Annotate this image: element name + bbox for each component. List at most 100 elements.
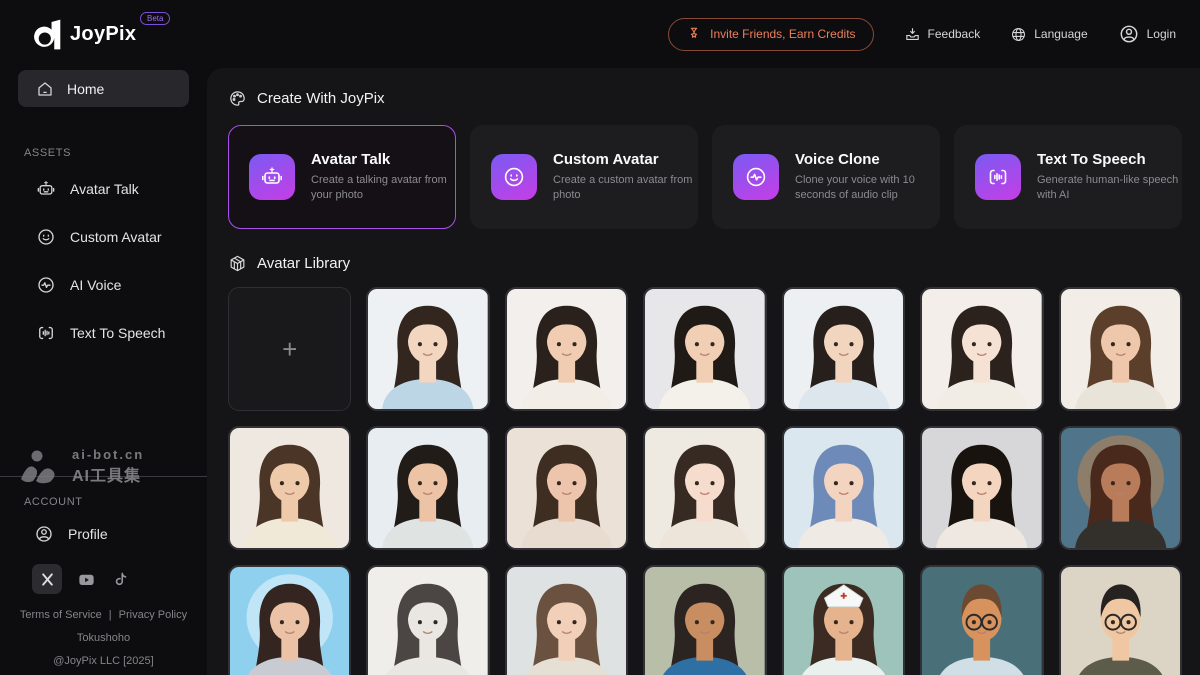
watermark-line1: ai-bot.cn: [72, 447, 144, 462]
home-label: Home: [67, 81, 104, 97]
add-avatar-button[interactable]: +: [228, 287, 351, 411]
account-section-label: ACCOUNT: [24, 496, 207, 508]
create-heading-label: Create With JoyPix: [257, 90, 385, 107]
login-label: Login: [1147, 27, 1176, 41]
nav-item-label: Text To Speech: [70, 325, 165, 341]
avatar-tile-15[interactable]: [366, 565, 489, 675]
card-title: Avatar Talk: [311, 151, 455, 168]
beta-badge: Beta: [140, 12, 170, 25]
nav-item-label: Avatar Talk: [70, 181, 139, 197]
language-button[interactable]: Language: [1010, 26, 1087, 43]
avatar-tile-20[interactable]: [1059, 565, 1182, 675]
card-voice-clone[interactable]: Voice Clone Clone your voice with 10 seco…: [712, 125, 940, 229]
language-label: Language: [1034, 27, 1087, 41]
avatar-tile-13[interactable]: [1059, 426, 1182, 550]
profile-label: Profile: [68, 526, 108, 542]
social-x-icon[interactable]: [32, 564, 62, 594]
card-avatar-talk[interactable]: Avatar Talk Create a talking avatar from …: [228, 125, 456, 229]
social-tiktok-icon[interactable]: [111, 570, 130, 589]
palette-icon: [228, 89, 247, 108]
card-title: Custom Avatar: [553, 151, 697, 168]
main-column: Invite Friends, Earn Credits Feedback La…: [207, 0, 1200, 675]
app-root: JoyPix Beta Home ASSETS Avatar Talk Custo…: [0, 0, 1200, 675]
avatar-tile-18[interactable]: [782, 565, 905, 675]
avatar-tile-6[interactable]: [1059, 287, 1182, 411]
smiley-icon: [36, 227, 56, 247]
sidebar-item-avatar-talk[interactable]: Avatar Talk: [0, 165, 207, 213]
person-icon: [34, 524, 54, 544]
avatar-tile-3[interactable]: [643, 287, 766, 411]
invite-label: Invite Friends, Earn Credits: [710, 27, 855, 41]
card-title: Text To Speech: [1037, 151, 1181, 168]
login-button[interactable]: Login: [1118, 23, 1176, 45]
sidebar-bottom: ai-bot.cn AI工具集 ACCOUNT Profile Terms of…: [0, 438, 207, 675]
nav-item-label: AI Voice: [70, 277, 121, 293]
sidebar-item-custom-avatar[interactable]: Custom Avatar: [0, 213, 207, 261]
plus-icon: +: [282, 334, 297, 365]
globe-icon: [1010, 26, 1027, 43]
avatar-tile-5[interactable]: [920, 287, 1043, 411]
social-links: [0, 564, 207, 594]
card-description: Create a talking avatar from your photo: [311, 173, 455, 203]
robot-icon: [249, 154, 295, 200]
avatar-tile-7[interactable]: [228, 426, 351, 550]
sidebar-item-ai-voice[interactable]: AI Voice: [0, 261, 207, 309]
copyright: @JoyPix LLC [2025]: [0, 655, 207, 667]
voice-icon: [36, 275, 56, 295]
avatar-tile-1[interactable]: [366, 287, 489, 411]
avatar-tile-19[interactable]: [920, 565, 1043, 675]
tts-icon: [975, 154, 1021, 200]
social-youtube-icon[interactable]: [77, 570, 96, 589]
card-description: Create a custom avatar from photo: [553, 173, 697, 203]
sidebar-item-profile[interactable]: Profile: [0, 512, 207, 556]
tts-icon: [36, 323, 56, 343]
avatar-tile-4[interactable]: [782, 287, 905, 411]
topbar: Invite Friends, Earn Credits Feedback La…: [207, 0, 1200, 68]
create-heading: Create With JoyPix: [228, 88, 1182, 108]
library-heading-label: Avatar Library: [257, 255, 350, 272]
avatar-tile-2[interactable]: [505, 287, 628, 411]
main-panel: Create With JoyPix Avatar Talk Create a t…: [207, 68, 1200, 675]
medal-icon: [686, 26, 702, 42]
terms-link[interactable]: Terms of Service: [20, 609, 102, 621]
avatar-tile-9[interactable]: [505, 426, 628, 550]
login-person-icon: [1118, 23, 1140, 45]
card-text-to-speech[interactable]: Text To Speech Generate human-like speech…: [954, 125, 1182, 229]
avatar-tile-14[interactable]: [228, 565, 351, 675]
card-text: Voice Clone Clone your voice with 10 seco…: [795, 151, 939, 203]
nav-item-label: Custom Avatar: [70, 229, 162, 245]
brand-logo[interactable]: JoyPix Beta: [0, 0, 207, 52]
avatar-tile-11[interactable]: [782, 426, 905, 550]
voice-icon: [733, 154, 779, 200]
feature-cards: Avatar Talk Create a talking avatar from …: [228, 125, 1182, 229]
feedback-button[interactable]: Feedback: [904, 26, 981, 43]
watermark: ai-bot.cn AI工具集: [0, 438, 207, 488]
sidebar-item-text-to-speech[interactable]: Text To Speech: [0, 309, 207, 357]
feedback-label: Feedback: [928, 27, 981, 41]
card-custom-avatar[interactable]: Custom Avatar Create a custom avatar from…: [470, 125, 698, 229]
privacy-link[interactable]: Privacy Policy: [119, 609, 187, 621]
tokushoho-link[interactable]: Tokushoho: [0, 632, 207, 644]
card-description: Generate human-like speech with AI: [1037, 173, 1181, 203]
card-description: Clone your voice with 10 seconds of audi…: [795, 173, 939, 203]
assets-section-label: ASSETS: [24, 147, 207, 159]
card-text: Avatar Talk Create a talking avatar from …: [311, 151, 455, 203]
avatar-tile-17[interactable]: [643, 565, 766, 675]
avatar-grid: +: [228, 287, 1182, 675]
avatar-tile-16[interactable]: [505, 565, 628, 675]
invite-friends-button[interactable]: Invite Friends, Earn Credits: [668, 18, 873, 51]
card-text: Custom Avatar Create a custom avatar from…: [553, 151, 697, 203]
brand-name: JoyPix: [70, 23, 136, 46]
robot-icon: [36, 179, 56, 199]
sidebar: JoyPix Beta Home ASSETS Avatar Talk Custo…: [0, 0, 207, 675]
smiley-icon: [491, 154, 537, 200]
avatar-tile-12[interactable]: [920, 426, 1043, 550]
legal-links: Terms of Service | Privacy Policy: [0, 609, 207, 621]
card-title: Voice Clone: [795, 151, 939, 168]
home-icon: [36, 80, 54, 98]
card-text: Text To Speech Generate human-like speech…: [1037, 151, 1181, 203]
feedback-inbox-icon: [904, 26, 921, 43]
avatar-tile-10[interactable]: [643, 426, 766, 550]
avatar-tile-8[interactable]: [366, 426, 489, 550]
sidebar-item-home[interactable]: Home: [18, 70, 189, 107]
